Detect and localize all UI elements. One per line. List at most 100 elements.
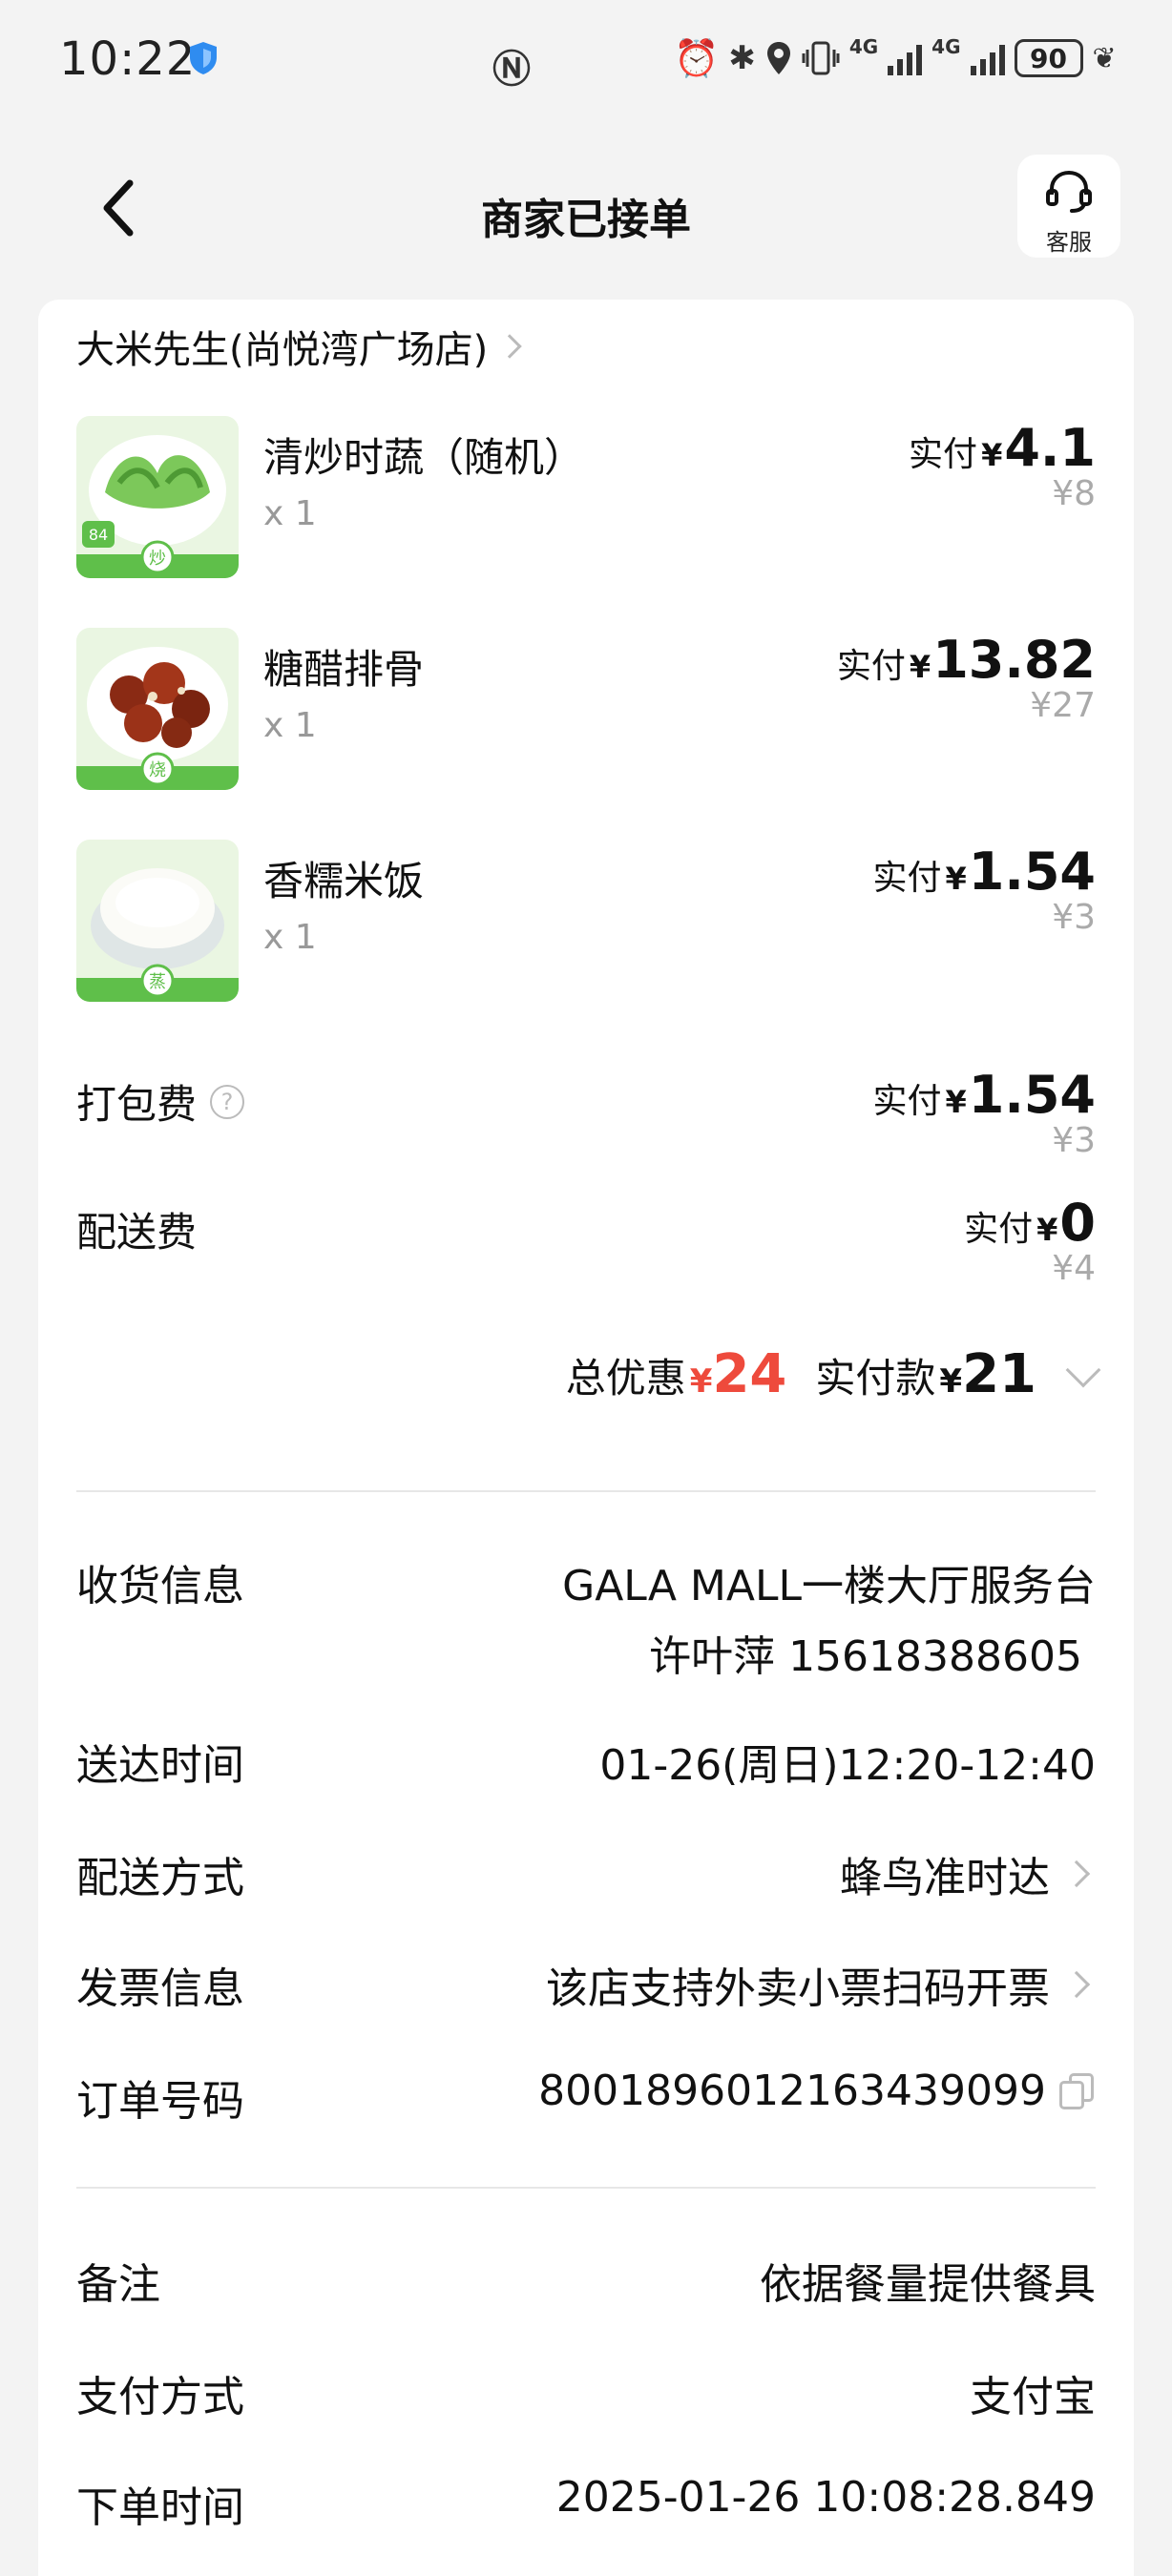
item-name: 香糯米饭 xyxy=(263,858,425,904)
paid-label: 实付 xyxy=(872,1082,942,1121)
svg-text:蒸: 蒸 xyxy=(149,972,166,992)
store-link[interactable]: 大米先生(尚悦湾广场店) xyxy=(76,313,522,380)
receiver-info-row: 收货信息 GALA MALL一楼大厅服务台 许叶萍 15618388605 xyxy=(76,1551,1096,1681)
packaging-fee-price: 实付 ¥ 1.54 ¥3 xyxy=(872,1065,1096,1160)
delivery-fee-row: 配送费 实付 ¥ 0 ¥4 xyxy=(76,1191,1096,1305)
headset-icon xyxy=(1046,170,1092,213)
help-icon[interactable]: ? xyxy=(210,1084,245,1119)
note-label: 备注 xyxy=(76,2260,160,2309)
note-row: 备注 依据餐量提供餐具 xyxy=(76,2250,1096,2309)
divider xyxy=(76,2187,1096,2189)
paid-label: 实付 xyxy=(872,859,942,898)
payment-method-value: 支付宝 xyxy=(970,2373,1096,2421)
item-price: 实付 ¥ 13.82 ¥27 xyxy=(837,630,1096,725)
chevron-right-icon xyxy=(497,334,522,359)
order-number-label: 订单号码 xyxy=(76,2077,244,2126)
paid-label: 实付 xyxy=(836,647,906,686)
leaf-icon: ❦ xyxy=(1092,41,1117,75)
currency-symbol: ¥ xyxy=(945,861,967,897)
location-icon xyxy=(766,42,790,74)
delivery-time-value: 01-26(周日)12:20-12:40 xyxy=(599,1741,1096,1790)
bluetooth-icon: ✱ xyxy=(728,39,756,77)
order-totals[interactable]: 总优惠 ¥ 24 实付款 ¥ 21 xyxy=(565,1343,1101,1420)
delivery-method-group: 蜂鸟准时达 xyxy=(840,1843,1096,1904)
dish-thumbnail-ribs: 烧 xyxy=(76,628,239,790)
signal-icon xyxy=(888,41,923,75)
invoice-value: 该店支持外卖小票扫码开票 xyxy=(546,1964,1050,2013)
paid-label: 实付 xyxy=(909,435,978,474)
discount-currency: ¥ xyxy=(689,1362,713,1401)
dish-thumbnail-greens: 炒 84 xyxy=(76,416,239,578)
vibrate-icon xyxy=(802,41,840,75)
order-item: 烧 糖醋排骨 x 1 实付 ¥ 13.82 ¥27 xyxy=(76,628,1096,790)
packaging-fee-label: 打包费 xyxy=(76,1081,198,1128)
invoice-label: 发票信息 xyxy=(76,1964,244,2013)
item-price: 实付 ¥ 1.54 ¥3 xyxy=(872,841,1096,937)
invoice-row[interactable]: 发票信息 该店支持外卖小票扫码开票 xyxy=(76,1954,1096,2013)
delivery-fee-price: 实付 ¥ 0 ¥4 xyxy=(964,1193,1096,1288)
paid-currency: ¥ xyxy=(939,1362,963,1401)
order-card: 大米先生(尚悦湾广场店) 炒 84 清炒时蔬（随机） x 1 实付 ¥ 4.1 … xyxy=(38,300,1134,2576)
item-qty: x 1 xyxy=(263,918,317,957)
receiver-address: GALA MALL一楼大厅服务台 xyxy=(562,1562,1096,1610)
chevron-right-icon xyxy=(1062,1970,1091,1999)
item-qty: x 1 xyxy=(263,494,317,533)
item-name: 清炒时蔬（随机） xyxy=(263,434,585,481)
paid-amount: 4.1 xyxy=(1004,418,1096,478)
delivery-time-row: 送达时间 01-26(周日)12:20-12:40 xyxy=(76,1731,1096,1790)
receiver-values: GALA MALL一楼大厅服务台 许叶萍 15618388605 xyxy=(562,1551,1096,1683)
delivery-time-label: 送达时间 xyxy=(76,1741,244,1790)
payment-method-row: 支付方式 支付宝 xyxy=(76,2362,1096,2421)
order-number-value: 8001896012163439099 xyxy=(538,2067,1046,2115)
original-price: ¥3 xyxy=(1052,898,1096,937)
customer-service-label: 客服 xyxy=(1046,229,1092,256)
order-number-group: 8001896012163439099 xyxy=(538,2067,1096,2115)
currency-symbol: ¥ xyxy=(909,649,931,685)
delivery-fee-label: 配送费 xyxy=(76,1209,198,1256)
svg-text:炒: 炒 xyxy=(149,549,166,569)
network-label-1: 4G xyxy=(848,35,879,58)
currency-symbol: ¥ xyxy=(1036,1212,1058,1248)
order-number-row: 订单号码 8001896012163439099 xyxy=(76,2067,1096,2126)
order-item: 炒 84 清炒时蔬（随机） x 1 实付 ¥ 4.1 ¥8 xyxy=(76,416,1096,578)
order-item: 蒸 香糯米饭 x 1 实付 ¥ 1.54 ¥3 xyxy=(76,840,1096,1002)
customer-service-button[interactable]: 客服 xyxy=(1017,155,1120,258)
signal-icon-2 xyxy=(970,41,1005,75)
order-time-value: 2025-01-26 10:08:28.849 xyxy=(555,2473,1096,2522)
divider xyxy=(76,1490,1096,1492)
store-name: 大米先生(尚悦湾广场店) xyxy=(76,328,489,372)
order-time-label: 下单时间 xyxy=(76,2483,244,2532)
delivery-method-label: 配送方式 xyxy=(76,1854,244,1902)
chevron-right-icon xyxy=(1062,1859,1091,1888)
header: 商家已接单 客服 xyxy=(0,143,1172,267)
total-discount-label: 总优惠 xyxy=(565,1355,686,1402)
paid-amount: 1.54 xyxy=(968,841,1096,902)
paid-label: 实付 xyxy=(964,1210,1034,1249)
battery-icon: 90 xyxy=(1014,39,1083,77)
original-price: ¥8 xyxy=(1052,474,1096,513)
paid-amount: 0 xyxy=(1059,1193,1096,1253)
network-label-2: 4G xyxy=(931,35,961,58)
svg-text:烧: 烧 xyxy=(149,760,166,780)
status-bar: 10:22 Ⓝ ⏰ ✱ 4G 4G 90 ❦ xyxy=(0,0,1172,114)
status-time: 10:22 xyxy=(59,32,197,86)
delivery-method-value: 蜂鸟准时达 xyxy=(840,1854,1050,1902)
note-value: 依据餐量提供餐具 xyxy=(760,2260,1096,2309)
nfc-icon: Ⓝ xyxy=(492,48,531,92)
delivery-method-row[interactable]: 配送方式 蜂鸟准时达 xyxy=(76,1843,1096,1904)
receiver-contact: 许叶萍 15618388605 xyxy=(649,1632,1082,1681)
total-discount-amount: 24 xyxy=(712,1343,787,1405)
original-price: ¥27 xyxy=(1030,686,1096,725)
order-time-row: 下单时间 2025-01-26 10:08:28.849 xyxy=(76,2473,1096,2532)
total-paid-amount: 21 xyxy=(962,1343,1036,1405)
payment-method-label: 支付方式 xyxy=(76,2373,244,2421)
status-icons: ⏰ ✱ 4G 4G 90 ❦ xyxy=(674,34,1117,82)
chevron-down-icon[interactable] xyxy=(1065,1352,1101,1388)
copy-icon[interactable] xyxy=(1059,2072,1096,2109)
item-name: 糖醋排骨 xyxy=(263,646,425,693)
receiver-label: 收货信息 xyxy=(76,1562,244,1610)
thumb-badge: 84 xyxy=(89,526,108,544)
currency-symbol: ¥ xyxy=(981,437,1003,473)
item-price: 实付 ¥ 4.1 ¥8 xyxy=(909,418,1096,513)
page-title: 商家已接单 xyxy=(481,196,691,244)
